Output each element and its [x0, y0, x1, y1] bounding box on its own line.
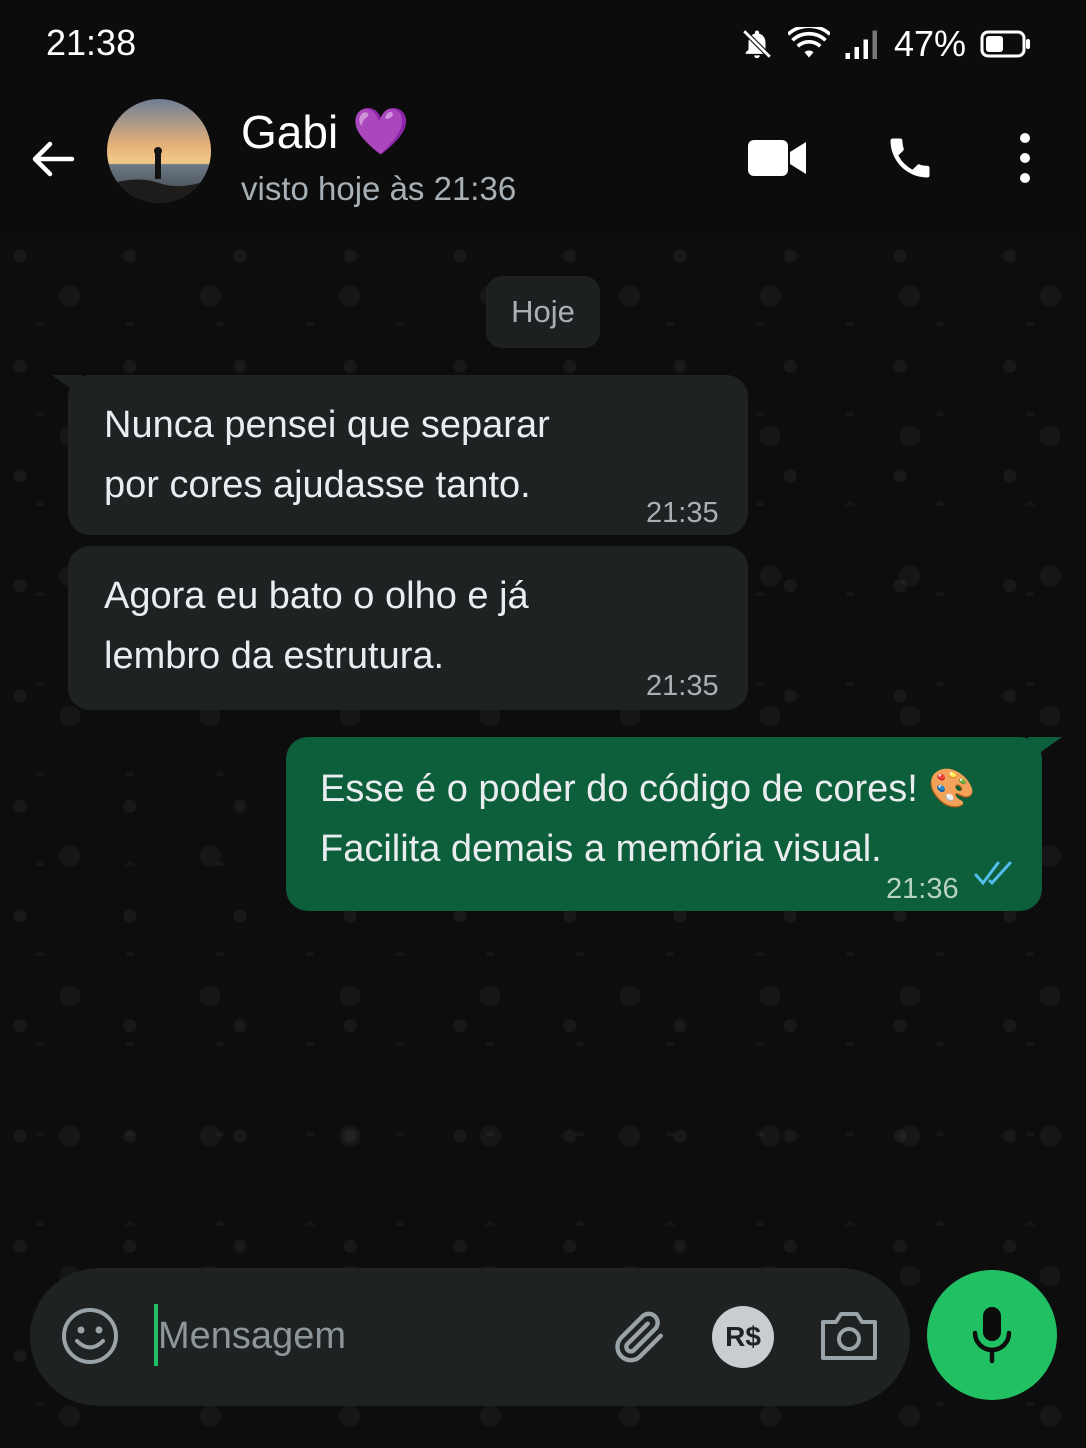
avatar[interactable]: [107, 99, 211, 203]
message-bubble-outgoing[interactable]: Esse é o poder do código de cores! 🎨 Fac…: [286, 737, 1042, 911]
message-bubble-incoming[interactable]: Nunca pensei que separar por cores ajuda…: [68, 375, 748, 535]
message-time: 21:35: [646, 497, 719, 529]
back-arrow-icon[interactable]: [28, 134, 78, 184]
message-composer: R$: [30, 1268, 910, 1406]
contact-emoji: 💜: [352, 105, 410, 157]
emoji-icon[interactable]: [60, 1306, 120, 1366]
message-bubble-incoming[interactable]: Agora eu bato o olho e já lembro da estr…: [68, 546, 748, 710]
chat-area[interactable]: Hoje Nunca pensei que separar por cores …: [0, 236, 1086, 1448]
more-options-icon[interactable]: [1012, 132, 1038, 184]
voice-message-button[interactable]: [927, 1270, 1057, 1400]
status-bar: 21:38 47%: [0, 0, 1086, 86]
message-time: 21:35: [646, 670, 719, 702]
chat-header: Gabi 💜 visto hoje às 21:36: [0, 86, 1086, 236]
battery-icon: [980, 30, 1030, 58]
status-time: 21:38: [46, 22, 137, 63]
video-call-icon[interactable]: [748, 136, 808, 180]
message-text: Esse é o poder do código de cores! 🎨 Fac…: [320, 768, 976, 870]
phone-call-icon[interactable]: [884, 132, 936, 184]
mic-icon: [972, 1307, 1012, 1364]
message-text: Agora eu bato o olho e já lembro da estr…: [104, 575, 529, 677]
last-seen-status: visto hoje às 21:36: [241, 170, 517, 207]
wifi-icon: [787, 27, 830, 58]
date-chip: Hoje: [486, 276, 600, 348]
signal-icon: [845, 30, 877, 59]
payment-icon[interactable]: R$: [712, 1306, 774, 1368]
status-icons: 47%: [740, 22, 1032, 66]
attach-icon[interactable]: [610, 1308, 668, 1366]
camera-icon[interactable]: [818, 1308, 880, 1364]
message-text: Nunca pensei que separar por cores ajuda…: [104, 404, 550, 506]
contact-name: Gabi: [241, 105, 339, 158]
battery-percent: 47%: [893, 23, 966, 64]
read-ticks-icon: [974, 861, 1012, 886]
bell-off-icon: [742, 29, 772, 59]
message-input[interactable]: [156, 1302, 600, 1370]
contact-name-row[interactable]: Gabi 💜: [241, 104, 409, 159]
message-time: 21:36: [886, 873, 959, 905]
